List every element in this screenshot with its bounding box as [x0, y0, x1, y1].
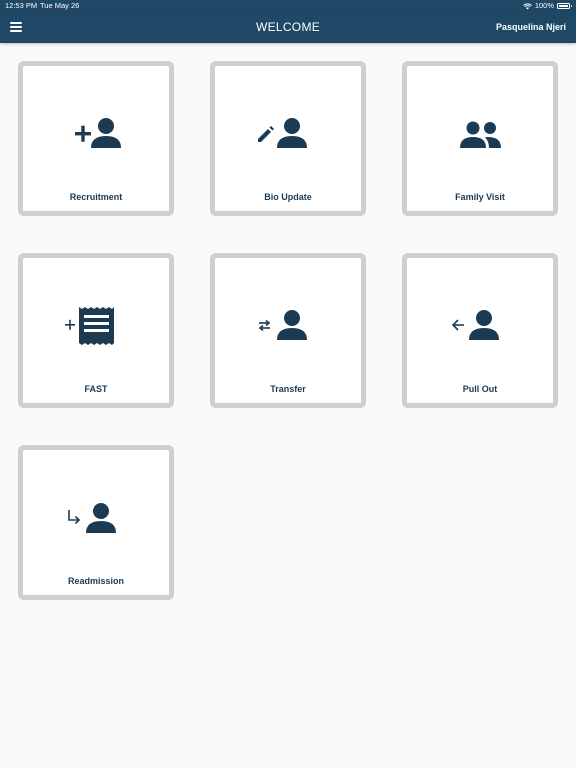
tile-pull-out[interactable]: Pull Out	[402, 253, 558, 408]
readmission-person-icon	[68, 503, 116, 533]
wifi-icon	[522, 2, 532, 9]
tile-label: Family Visit	[455, 192, 505, 202]
battery-percent: 100%	[534, 1, 554, 10]
tile-label: Transfer	[270, 384, 306, 394]
add-receipt-icon	[65, 307, 114, 345]
add-person-icon	[75, 118, 121, 148]
user-name[interactable]: Pasquelina Njeri	[496, 12, 566, 43]
tile-label: Recruitment	[69, 192, 123, 202]
tile-family-visit[interactable]: Family Visit	[402, 61, 558, 216]
battery-icon	[557, 3, 572, 9]
tile-label: Bio Update	[264, 192, 312, 202]
navigation-bar: WELCOME Pasquelina Njeri	[0, 12, 576, 43]
status-time: 12:53 PM	[5, 1, 38, 10]
page-title: WELCOME	[255, 20, 321, 34]
group-icon	[460, 121, 501, 148]
transfer-person-icon	[258, 310, 307, 340]
tile-label: FAST	[84, 384, 108, 394]
edit-person-icon	[258, 118, 307, 148]
pull-out-person-icon	[451, 310, 499, 340]
tile-fast[interactable]: FAST	[18, 253, 174, 408]
tile-label: Pull Out	[462, 384, 498, 394]
tile-recruitment[interactable]: Recruitment	[18, 61, 174, 216]
tile-transfer[interactable]: Transfer	[210, 253, 366, 408]
tile-label: Readmission	[67, 576, 125, 586]
status-right: 100%	[522, 0, 572, 12]
tile-readmission[interactable]: Readmission	[18, 445, 174, 600]
status-date: Tue May 26	[40, 1, 80, 10]
status-bar: 12:53 PM Tue May 26 100%	[0, 0, 576, 12]
tile-bio-update[interactable]: Bio Update	[210, 61, 366, 216]
